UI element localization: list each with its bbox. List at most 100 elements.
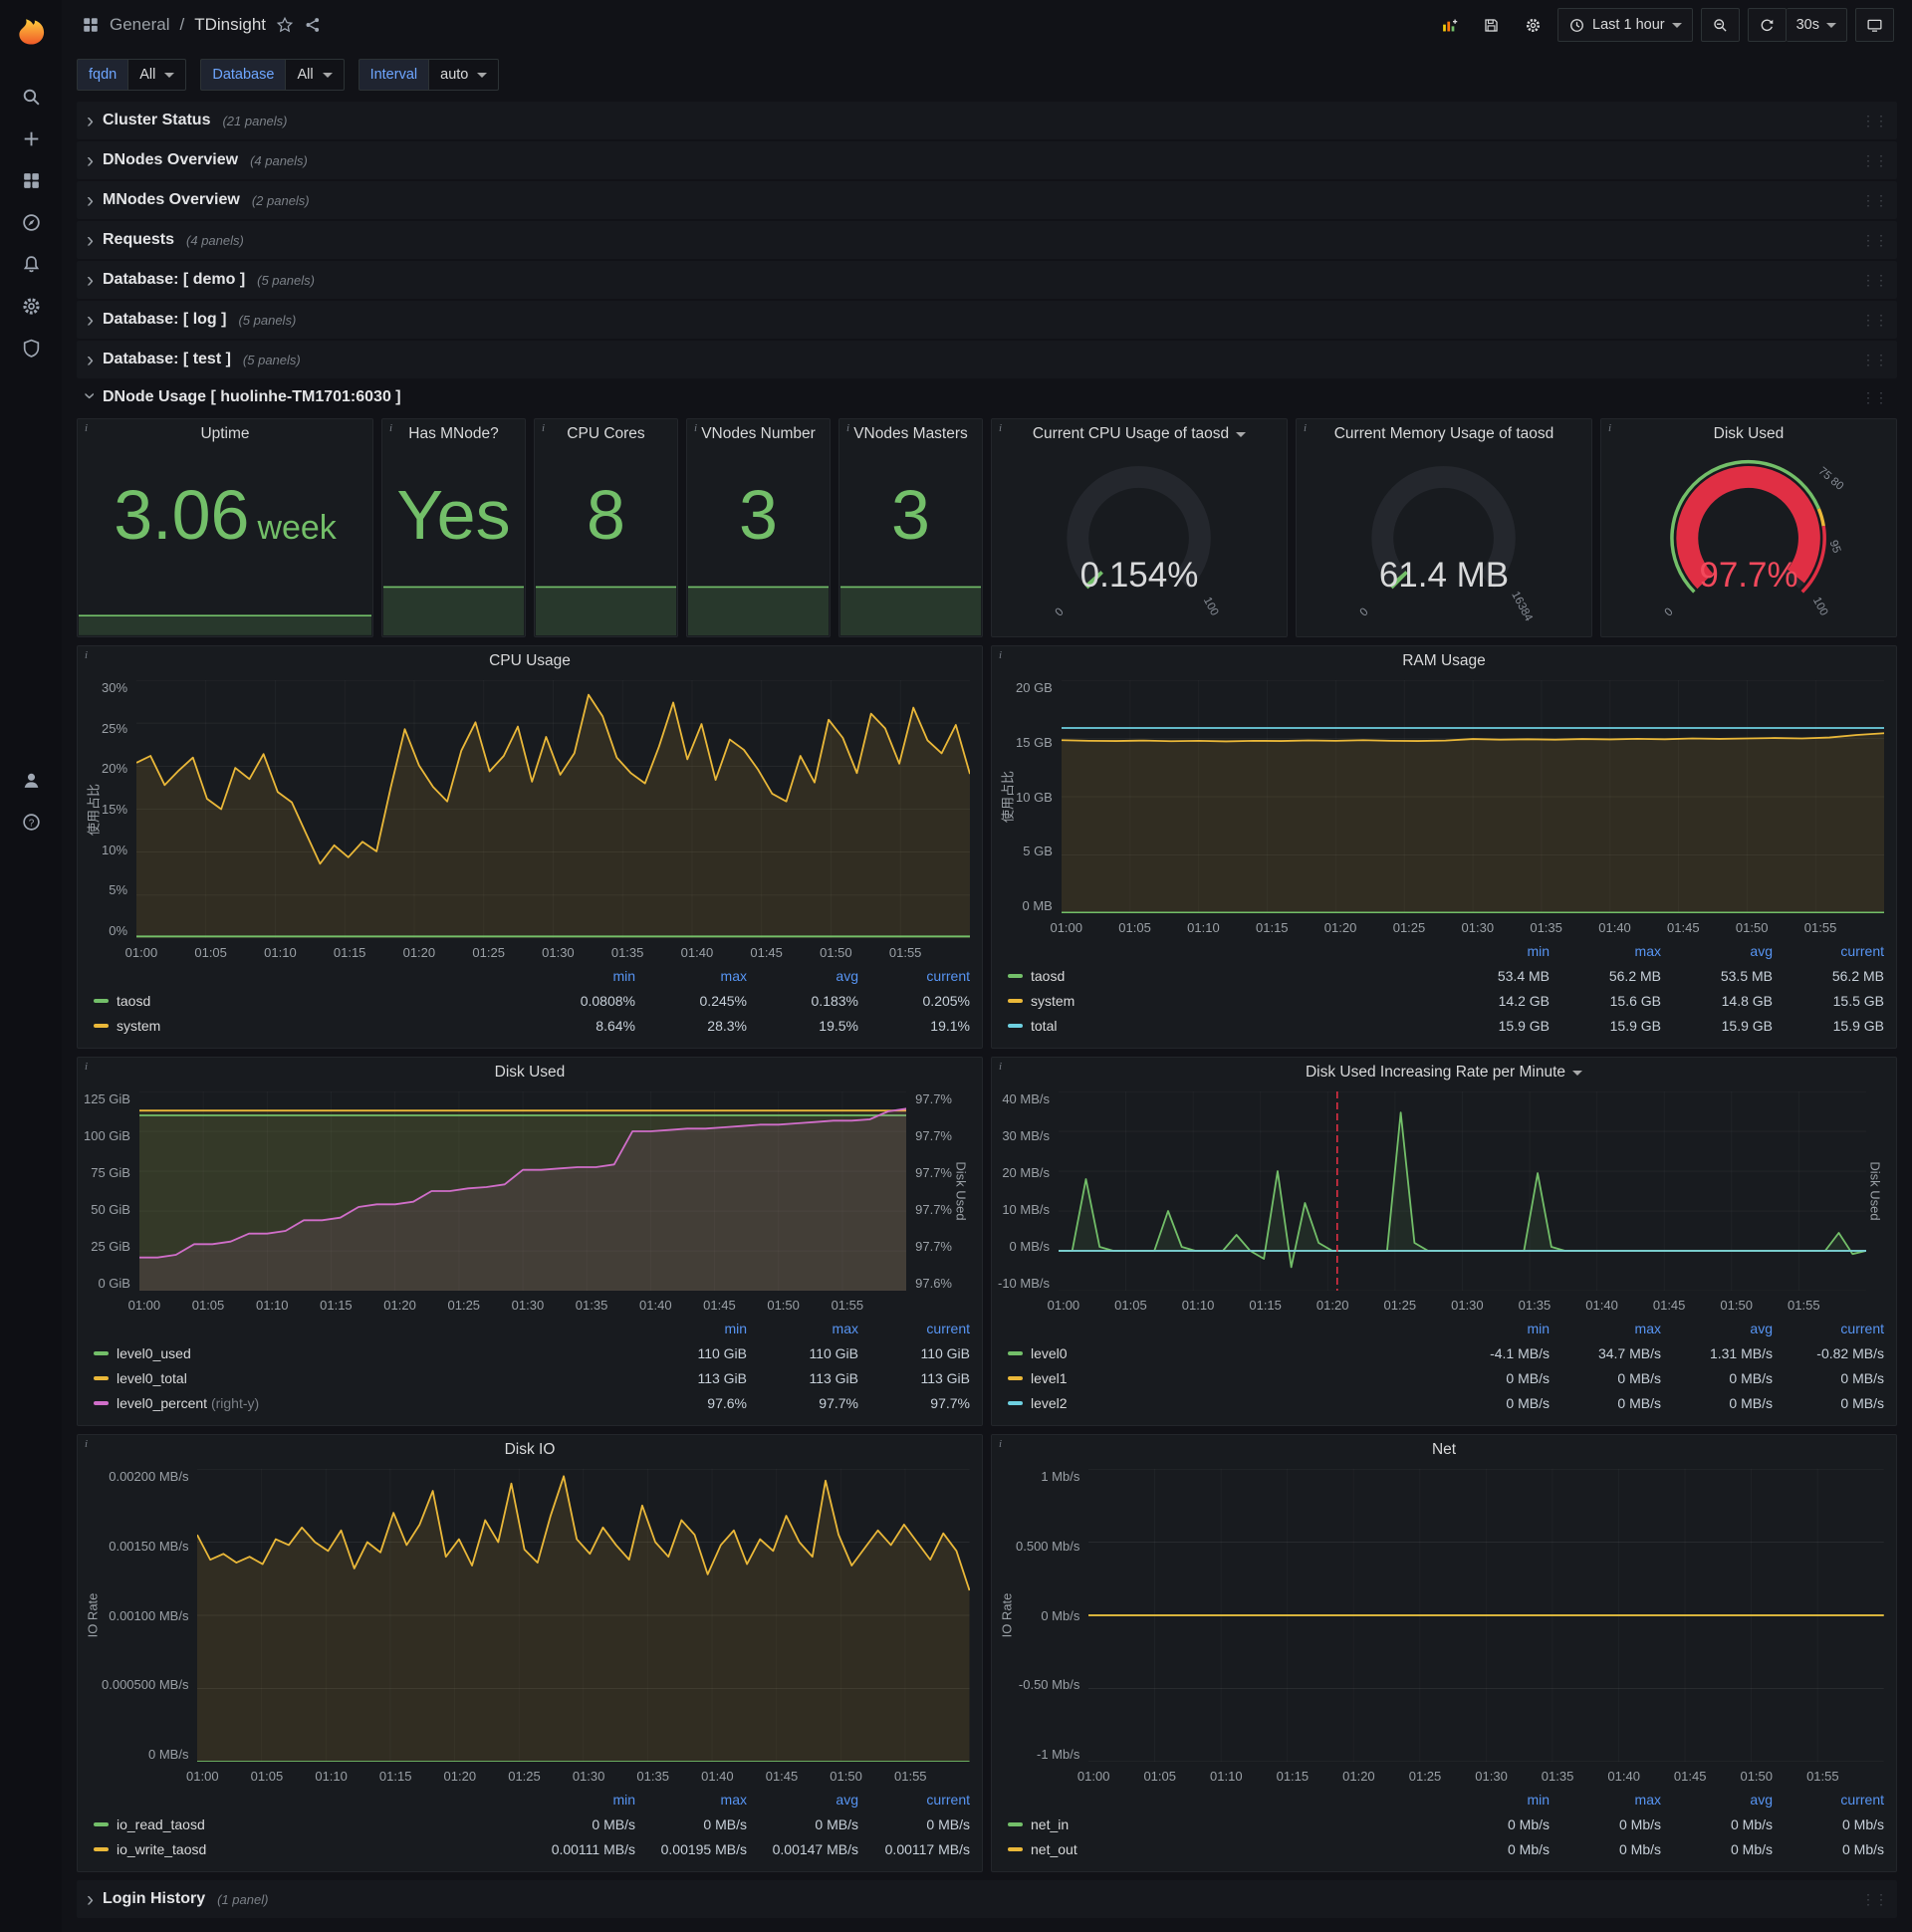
legend-col-min[interactable]: min xyxy=(524,1788,635,1812)
variable-value-dropdown[interactable]: All xyxy=(285,59,345,91)
row-drag-handle[interactable]: ⋮⋮ xyxy=(1861,389,1888,406)
legend-col-max[interactable]: max xyxy=(1550,1788,1661,1812)
row-drag-handle[interactable]: ⋮⋮ xyxy=(1861,1891,1888,1908)
plot-area-disk-used-increasing-rate[interactable] xyxy=(1059,1091,1866,1291)
series-toggle[interactable]: total xyxy=(1008,1014,1438,1039)
series-toggle[interactable]: level0_used xyxy=(94,1341,635,1366)
legend-col-avg[interactable]: avg xyxy=(1661,939,1773,964)
plot-area-net[interactable] xyxy=(1088,1469,1884,1762)
panel-title[interactable]: Disk Used xyxy=(1714,425,1785,443)
search-icon[interactable] xyxy=(10,76,52,118)
refresh-button[interactable] xyxy=(1747,8,1787,42)
panel-header[interactable]: i Current CPU Usage of taosd xyxy=(992,419,1287,449)
row-database-log[interactable]: › Database: [ log ] (5 panels) ⋮⋮ xyxy=(77,301,1897,339)
legend-col-avg[interactable]: avg xyxy=(1661,1788,1773,1812)
variable-value-dropdown[interactable]: auto xyxy=(428,59,500,91)
legend-col-max[interactable]: max xyxy=(747,1317,858,1341)
panel-title[interactable]: Current CPU Usage of taosd xyxy=(1033,425,1247,443)
series-toggle[interactable]: level2 xyxy=(1008,1391,1438,1416)
panel-header[interactable]: i VNodes Number xyxy=(687,419,830,449)
panel-header[interactable]: i VNodes Masters xyxy=(839,419,982,449)
legend-col-max[interactable]: max xyxy=(635,1788,747,1812)
panel-info-icon[interactable]: i xyxy=(846,422,849,434)
panel-info-icon[interactable]: i xyxy=(694,422,697,434)
panel-header[interactable]: i Disk Used xyxy=(78,1058,982,1087)
legend-col-current[interactable]: current xyxy=(1773,1788,1884,1812)
panel-info-icon[interactable]: i xyxy=(85,1061,88,1073)
panel-title[interactable]: RAM Usage xyxy=(1402,652,1486,670)
plot-area-cpu-usage[interactable] xyxy=(136,680,970,938)
series-toggle[interactable]: level1 xyxy=(1008,1366,1438,1391)
dashboard-grid-icon[interactable] xyxy=(82,16,100,34)
save-dashboard-button[interactable] xyxy=(1474,8,1508,42)
user-avatar-icon[interactable] xyxy=(10,759,52,801)
breadcrumb-title[interactable]: TDinsight xyxy=(194,15,266,35)
zoom-out-button[interactable] xyxy=(1700,8,1740,42)
series-toggle[interactable]: net_in xyxy=(1008,1812,1438,1837)
explore-compass-icon[interactable] xyxy=(10,201,52,243)
panel-title[interactable]: VNodes Masters xyxy=(853,425,968,443)
refresh-interval-button[interactable]: 30s xyxy=(1786,8,1847,42)
row-cluster-status[interactable]: › Cluster Status (21 panels) ⋮⋮ xyxy=(77,102,1897,139)
legend-col-current[interactable]: current xyxy=(858,1317,970,1341)
row-drag-handle[interactable]: ⋮⋮ xyxy=(1861,352,1888,368)
variable-value-dropdown[interactable]: All xyxy=(127,59,187,91)
configuration-gear-icon[interactable] xyxy=(10,285,52,327)
panel-header[interactable]: i CPU Cores xyxy=(535,419,677,449)
panel-title[interactable]: Uptime xyxy=(200,425,249,443)
legend-col-min[interactable]: min xyxy=(1438,1317,1550,1341)
panel-info-icon[interactable]: i xyxy=(85,649,88,661)
legend-col-min[interactable]: min xyxy=(1438,1788,1550,1812)
panel-info-icon[interactable]: i xyxy=(999,422,1002,434)
panel-title[interactable]: Disk Used Increasing Rate per Minute xyxy=(1306,1064,1583,1082)
legend-col-min[interactable]: min xyxy=(1438,939,1550,964)
row-drag-handle[interactable]: ⋮⋮ xyxy=(1861,272,1888,289)
plot-area-disk-io[interactable] xyxy=(197,1469,970,1762)
dashboards-icon[interactable] xyxy=(10,159,52,201)
panel-header[interactable]: i Current Memory Usage of taosd xyxy=(1297,419,1591,449)
panel-header[interactable]: i Has MNode? xyxy=(382,419,525,449)
panel-header[interactable]: i Uptime xyxy=(78,419,372,449)
row-dnodes-overview[interactable]: › DNodes Overview (4 panels) ⋮⋮ xyxy=(77,141,1897,179)
panel-header[interactable]: i Net xyxy=(992,1435,1896,1465)
legend-col-max[interactable]: max xyxy=(1550,939,1661,964)
panel-info-icon[interactable]: i xyxy=(389,422,392,434)
cycle-view-button[interactable] xyxy=(1855,8,1894,42)
panel-info-icon[interactable]: i xyxy=(999,1438,1002,1450)
series-toggle[interactable]: system xyxy=(1008,989,1438,1014)
help-icon[interactable]: ? xyxy=(10,801,52,843)
legend-col-max[interactable]: max xyxy=(635,964,747,989)
panel-title[interactable]: CPU Usage xyxy=(489,652,571,670)
panel-info-icon[interactable]: i xyxy=(999,649,1002,661)
series-toggle[interactable]: io_read_taosd xyxy=(94,1812,524,1837)
plot-area-ram-usage[interactable] xyxy=(1061,680,1884,913)
plot-area-disk-used[interactable] xyxy=(138,1091,907,1291)
panel-title[interactable]: Has MNode? xyxy=(408,425,498,443)
panel-title[interactable]: Current Memory Usage of taosd xyxy=(1334,425,1554,443)
panel-header[interactable]: i Disk IO xyxy=(78,1435,982,1465)
series-toggle[interactable]: io_write_taosd xyxy=(94,1837,524,1862)
legend-col-current[interactable]: current xyxy=(858,964,970,989)
row-drag-handle[interactable]: ⋮⋮ xyxy=(1861,192,1888,209)
panel-header[interactable]: i RAM Usage xyxy=(992,646,1896,676)
panel-title[interactable]: Disk Used xyxy=(495,1064,566,1082)
alerting-bell-icon[interactable] xyxy=(10,243,52,285)
series-toggle[interactable]: taosd xyxy=(94,989,524,1014)
series-toggle[interactable]: level0 xyxy=(1008,1341,1438,1366)
legend-col-avg[interactable]: avg xyxy=(1661,1317,1773,1341)
legend-col-min[interactable]: min xyxy=(524,964,635,989)
row-dnode-usage[interactable]: › DNode Usage [ huolinhe-TM1701:6030 ] ⋮… xyxy=(77,380,1897,414)
series-toggle[interactable]: level0_percent (right-y) xyxy=(94,1391,635,1416)
row-mnodes-overview[interactable]: › MNodes Overview (2 panels) ⋮⋮ xyxy=(77,181,1897,219)
legend-col-current[interactable]: current xyxy=(858,1788,970,1812)
panel-title[interactable]: CPU Cores xyxy=(567,425,644,443)
add-panel-button[interactable] xyxy=(1432,8,1466,42)
time-range-button[interactable]: Last 1 hour xyxy=(1557,8,1693,42)
panel-info-icon[interactable]: i xyxy=(85,1438,88,1450)
create-plus-icon[interactable] xyxy=(10,118,52,159)
panel-info-icon[interactable]: i xyxy=(1608,422,1611,434)
panel-info-icon[interactable]: i xyxy=(999,1061,1002,1073)
legend-col-avg[interactable]: avg xyxy=(747,964,858,989)
panel-title[interactable]: Net xyxy=(1432,1441,1456,1459)
series-toggle[interactable]: level0_total xyxy=(94,1366,635,1391)
